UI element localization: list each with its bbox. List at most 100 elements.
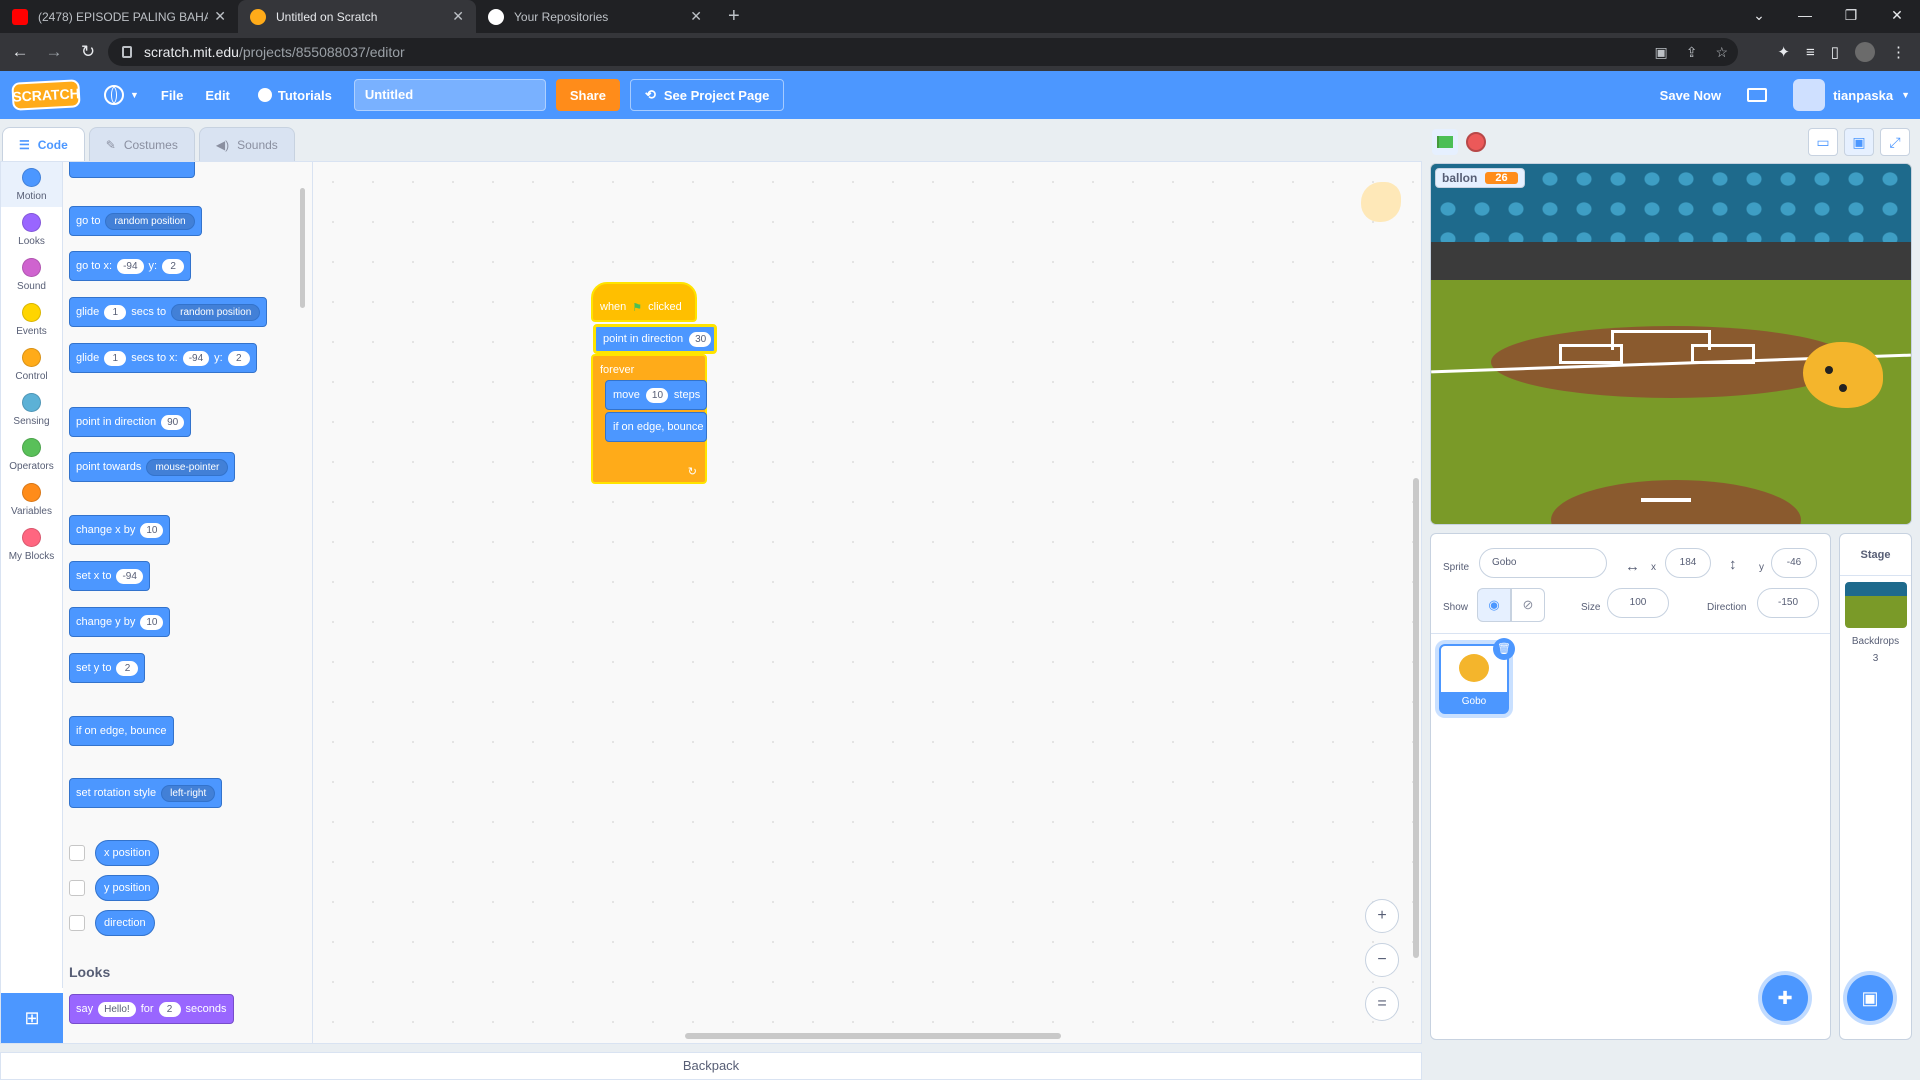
direction-label: Direction	[1707, 602, 1747, 613]
kebab-menu-icon[interactable]: ⋮	[1891, 43, 1906, 61]
file-menu[interactable]: File	[161, 88, 183, 103]
reporter-direction[interactable]: direction	[95, 910, 155, 936]
category-sensing[interactable]: Sensing	[1, 387, 62, 432]
category-control[interactable]: Control	[1, 342, 62, 387]
checkbox-y-position[interactable]	[69, 880, 85, 896]
project-title-input[interactable]: Untitled	[353, 79, 546, 111]
block-move-steps[interactable]: move 10 steps	[605, 380, 707, 410]
checkbox-x-position[interactable]	[69, 845, 85, 861]
category-operators[interactable]: Operators	[1, 432, 62, 477]
block-say-for-secs[interactable]: say Hello! for 2 seconds	[69, 994, 234, 1024]
browser-tab-github[interactable]: Your Repositories ✕	[476, 0, 714, 33]
category-events[interactable]: Events	[1, 297, 62, 342]
category-looks[interactable]: Looks	[1, 207, 62, 252]
category-motion[interactable]: Motion	[1, 162, 62, 207]
bookmark-star-icon[interactable]: ☆	[1715, 44, 1728, 61]
back-icon[interactable]: ←	[6, 42, 34, 62]
url-input[interactable]: scratch.mit.edu/projects/855088037/edito…	[108, 38, 1738, 66]
green-flag-button[interactable]	[1432, 129, 1458, 155]
category-my-blocks[interactable]: My Blocks	[1, 522, 62, 567]
x-input[interactable]: 184	[1665, 548, 1711, 578]
show-visible-icon[interactable]: ◉	[1477, 588, 1511, 622]
tab-code[interactable]: ☰ Code	[2, 127, 85, 161]
close-icon[interactable]: ✕	[214, 8, 226, 25]
block-point-in-direction[interactable]: point in direction 90	[69, 407, 192, 437]
tab-sounds[interactable]: ◀) Sounds	[198, 127, 295, 161]
new-tab-button[interactable]: +	[728, 0, 740, 33]
block-point-towards[interactable]: point towards mouse-pointer	[69, 452, 236, 482]
close-icon[interactable]: ✕	[690, 8, 702, 25]
category-variables[interactable]: Variables	[1, 477, 62, 522]
palette-scrollbar[interactable]	[300, 188, 305, 308]
tutorials-button[interactable]: Tutorials	[257, 88, 332, 103]
backpack[interactable]: Backpack	[0, 1052, 1422, 1080]
size-label: Size	[1581, 602, 1601, 613]
scratch-logo[interactable]: SCRATCH	[11, 79, 81, 111]
browser-tab-scratch[interactable]: Untitled on Scratch ✕	[238, 0, 476, 33]
sprite-name-input[interactable]: Gobo	[1479, 548, 1607, 578]
block-go-to[interactable]: go to random position	[69, 206, 202, 236]
close-icon[interactable]: ✕	[452, 8, 464, 25]
choose-sprite-button[interactable]: ✚	[1762, 975, 1808, 1021]
checkbox-direction[interactable]	[69, 915, 85, 931]
script-workspace[interactable]: when ⚑ clicked point in direction 30 fore…	[313, 162, 1421, 1043]
reload-icon[interactable]: ↻	[74, 42, 102, 62]
hat-when-flag-clicked[interactable]: when ⚑ clicked	[591, 282, 697, 322]
trash-icon[interactable]: 🗑	[1493, 638, 1515, 660]
puzzle-icon[interactable]: ✦	[1777, 43, 1790, 61]
stage[interactable]: ballon 26	[1430, 163, 1912, 525]
choose-backdrop-button[interactable]: ▣	[1847, 975, 1893, 1021]
stage-target-pane[interactable]: Stage Backdrops 3 ▣	[1839, 533, 1912, 1040]
language-menu[interactable]: ▼	[104, 85, 139, 105]
tab-costumes[interactable]: ✎ Costumes	[88, 127, 195, 161]
edit-menu[interactable]: Edit	[205, 88, 230, 103]
block-change-y[interactable]: change y by 10	[69, 607, 171, 637]
block-change-x[interactable]: change x by 10	[69, 515, 171, 545]
size-input[interactable]: 100	[1607, 588, 1669, 618]
browser-tab-youtube[interactable]: (2478) EPISODE PALING BAHAYA ✕	[0, 0, 238, 33]
close-window-button[interactable]: ✕	[1874, 0, 1920, 30]
block-set-y[interactable]: set y to 2	[69, 653, 146, 683]
sprite-tile-gobo[interactable]: Gobo 🗑	[1439, 638, 1515, 714]
restore-button[interactable]: ❐	[1828, 0, 1874, 30]
block-go-to-xy[interactable]: go to x: -94 y: 2	[69, 251, 192, 281]
block-set-x[interactable]: set x to -94	[69, 561, 150, 591]
block-set-rotation-style[interactable]: set rotation style left-right	[69, 778, 223, 808]
zoom-out-button[interactable]: −	[1365, 943, 1399, 977]
fullscreen-button[interactable]: ⤢	[1880, 128, 1910, 156]
tab-search-icon[interactable]: ⌄	[1736, 0, 1782, 30]
block-glide-to[interactable]: glide 1 secs to random position	[69, 297, 268, 327]
block-if-on-edge-bounce[interactable]: if on edge, bounce	[605, 412, 707, 442]
save-now-button[interactable]: Save Now	[1660, 88, 1721, 103]
reporter-y-position[interactable]: y position	[95, 875, 160, 901]
stop-button[interactable]	[1466, 132, 1486, 152]
minimize-button[interactable]: —	[1782, 0, 1828, 30]
direction-input[interactable]: -150	[1757, 588, 1819, 618]
camera-icon[interactable]: ▣	[1654, 44, 1667, 61]
workspace-horizontal-scrollbar[interactable]	[685, 1033, 1061, 1039]
share-button[interactable]: Share	[555, 79, 620, 111]
my-stuff-folder-icon[interactable]	[1747, 88, 1768, 102]
share-icon[interactable]: ⇪	[1686, 44, 1698, 61]
reporter-x-position[interactable]: x position	[95, 840, 160, 866]
add-extension-button[interactable]: ⊞	[1, 993, 63, 1043]
zoom-reset-button[interactable]: =	[1365, 987, 1399, 1021]
category-sound[interactable]: Sound	[1, 252, 62, 297]
workspace-vertical-scrollbar[interactable]	[1413, 478, 1419, 958]
variable-monitor[interactable]: ballon 26	[1435, 168, 1525, 188]
zoom-in-button[interactable]: +	[1365, 899, 1399, 933]
block-turn-partial[interactable]	[69, 162, 195, 178]
account-menu[interactable]: tianpaska ▼	[1793, 79, 1910, 111]
y-input[interactable]: -46	[1771, 548, 1817, 578]
large-stage-button[interactable]: ▣	[1844, 128, 1874, 156]
show-hidden-icon[interactable]: ⊘	[1511, 588, 1545, 622]
see-project-page-button[interactable]: ⟲ See Project Page	[629, 79, 785, 111]
sidepanel-icon[interactable]: ▯	[1831, 43, 1839, 61]
profile-avatar[interactable]	[1855, 42, 1875, 62]
block-point-in-direction[interactable]: point in direction 30	[593, 324, 717, 354]
forward-icon[interactable]: →	[40, 42, 68, 62]
small-stage-button[interactable]: ▭	[1808, 128, 1838, 156]
block-glide-to-xy[interactable]: glide 1 secs to x: -94 y: 2	[69, 343, 257, 373]
block-if-on-edge-bounce[interactable]: if on edge, bounce	[69, 716, 174, 746]
reading-list-icon[interactable]: ≡	[1806, 44, 1815, 61]
